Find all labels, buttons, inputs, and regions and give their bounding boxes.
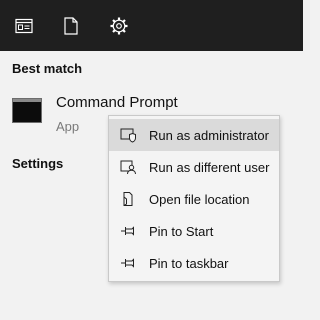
user-icon [120,159,136,175]
command-prompt-icon [12,98,42,123]
search-filter-bar [0,0,303,51]
result-title: Command Prompt [56,94,178,111]
menu-item-pin-to-start[interactable]: Pin to Start [109,215,279,247]
pin-icon [120,255,136,271]
best-match-heading: Best match [12,61,83,76]
menu-item-pin-to-taskbar[interactable]: Pin to taskbar [109,247,279,279]
context-menu: Run as administrator Run as different us… [108,115,280,282]
shield-icon [120,127,136,143]
menu-item-label: Pin to taskbar [149,255,229,271]
menu-item-run-as-administrator[interactable]: Run as administrator [109,119,279,151]
file-location-icon [120,191,136,207]
menu-item-open-file-location[interactable]: Open file location [109,183,279,215]
apps-icon[interactable] [12,14,36,38]
menu-item-label: Run as different user [149,159,270,175]
menu-item-label: Open file location [149,191,250,207]
settings-gear-icon[interactable] [107,14,131,38]
documents-icon[interactable] [59,14,83,38]
menu-item-label: Run as administrator [149,127,269,143]
menu-item-run-as-different-user[interactable]: Run as different user [109,151,279,183]
settings-heading: Settings [12,156,64,171]
pin-icon [120,223,136,239]
result-subtitle: App [56,119,80,134]
menu-item-label: Pin to Start [149,223,214,239]
